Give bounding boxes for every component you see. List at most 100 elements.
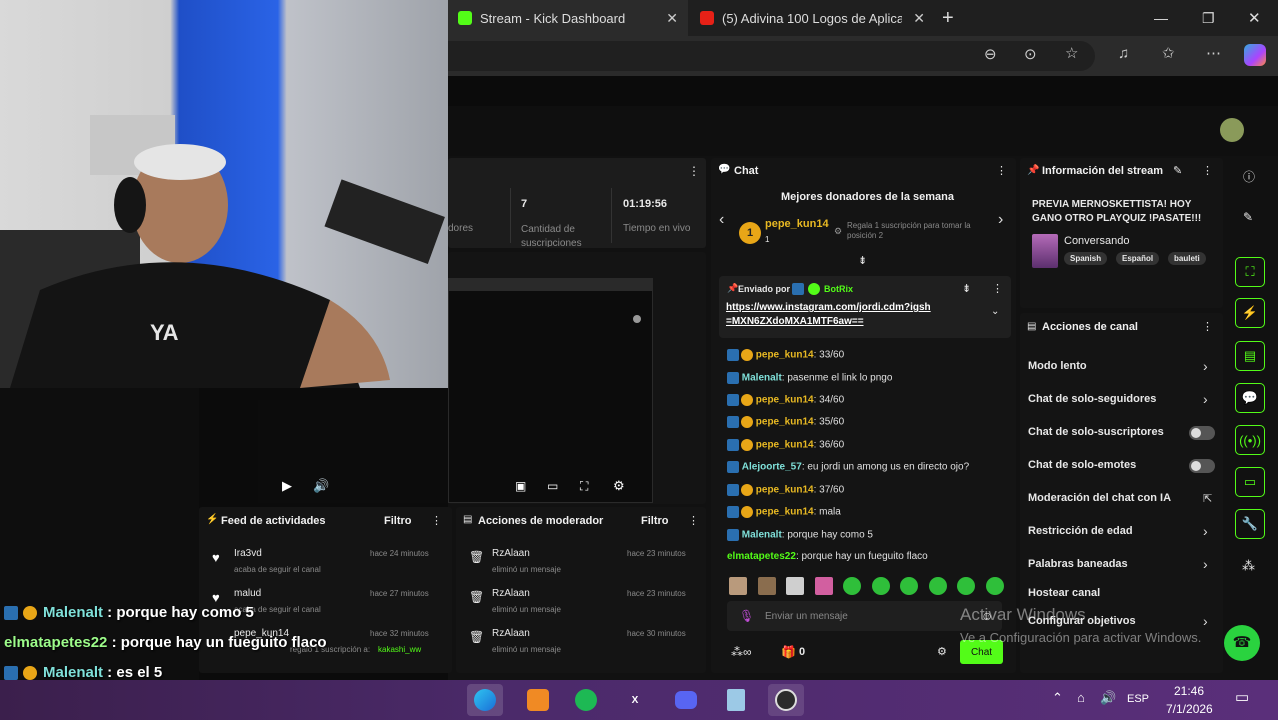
clock-time[interactable]: 21:46 — [1174, 684, 1204, 698]
edit-pencil-icon[interactable]: ✎ — [1173, 164, 1182, 177]
fl-studio-app-icon[interactable] — [520, 684, 556, 716]
close-tab-icon[interactable]: ✕ — [913, 10, 925, 27]
notifications-icon[interactable]: ▭ — [1235, 688, 1249, 706]
chat-username[interactable]: pepe_kun14 — [756, 507, 814, 518]
channel-action-label[interactable]: Chat de solo-emotes — [1028, 459, 1136, 471]
unpin-icon[interactable]: ⇟ — [962, 282, 971, 295]
activity-filter-button[interactable]: Filtro — [384, 515, 412, 527]
discord-app-icon[interactable] — [668, 684, 704, 716]
close-window-button[interactable]: ✕ — [1248, 0, 1261, 36]
volume-icon[interactable]: 🔊 — [313, 478, 329, 494]
spotify-app-icon[interactable] — [568, 684, 604, 716]
activity-menu-icon[interactable]: ⋮ — [431, 514, 442, 527]
avatar[interactable] — [1220, 118, 1244, 142]
support-headset-icon[interactable]: ☎ — [1224, 625, 1260, 661]
chevron-right-icon[interactable]: › — [1203, 556, 1208, 572]
activity-user[interactable]: Ira3vd — [234, 548, 262, 559]
mic-icon[interactable]: 🎙 — [739, 609, 754, 623]
emote-icon[interactable] — [871, 577, 890, 595]
emote-icon[interactable] — [900, 577, 918, 595]
maximize-button[interactable]: ❐ — [1202, 0, 1215, 36]
emote-icon[interactable] — [786, 577, 804, 595]
read-aloud-icon[interactable]: ⊙ — [1024, 45, 1037, 63]
favorites-icon[interactable]: ✩ — [1162, 44, 1175, 62]
tray-chevron-up-icon[interactable]: ⌃ — [1052, 690, 1063, 706]
more-options-icon[interactable]: ⋯ — [1206, 44, 1221, 62]
close-tab-icon[interactable]: ✕ — [666, 10, 678, 27]
mod-menu-icon[interactable]: ⋮ — [688, 514, 699, 527]
activity-user[interactable]: malud — [234, 588, 261, 599]
channel-action-label[interactable]: Chat de solo-suscriptores — [1028, 426, 1164, 438]
emote-icon[interactable] — [757, 577, 776, 595]
chat-username[interactable]: pepe_kun14 — [756, 395, 814, 406]
toggle-switch[interactable] — [1189, 459, 1215, 473]
pinned-link[interactable]: https://www.instagram.com/jordi.cdm?igsh… — [726, 301, 936, 329]
chat-username[interactable]: Malenalt — [742, 530, 782, 541]
stream-info-menu-icon[interactable]: ⋮ — [1202, 164, 1213, 177]
channel-action-label[interactable]: Chat de solo-seguidores — [1028, 393, 1156, 405]
fullscreen-icon[interactable]: ⛶ — [580, 479, 588, 494]
chat-username[interactable]: Malenalt — [742, 373, 782, 384]
quick-action-broadcast-icon[interactable]: ((•)) — [1235, 425, 1265, 455]
obs-app-icon[interactable] — [768, 684, 804, 716]
emote-icon[interactable] — [843, 577, 861, 595]
channel-action-label[interactable]: Moderación del chat con IA — [1028, 492, 1171, 504]
copilot-icon[interactable] — [1244, 44, 1266, 66]
viewers-icon[interactable]: ⁂∞ — [731, 645, 752, 659]
favorite-star-icon[interactable]: ☆ — [1065, 44, 1078, 62]
channel-action-label[interactable]: Hostear canal — [1028, 587, 1100, 599]
emote-icon[interactable] — [985, 577, 1004, 595]
mod-user[interactable]: RzAlaan — [492, 588, 530, 599]
chevron-right-icon[interactable]: › — [1203, 358, 1208, 374]
xsplit-app-icon[interactable]: X — [617, 684, 653, 716]
network-icon[interactable]: ⌂ — [1077, 690, 1085, 705]
language-indicator[interactable]: ESP — [1127, 693, 1149, 705]
pip-icon[interactable]: ▣ — [515, 479, 526, 493]
donors-next-arrow[interactable]: › — [998, 211, 1003, 229]
edit-icon[interactable]: ✎ — [1243, 210, 1253, 224]
mod-user[interactable]: RzAlaan — [492, 548, 530, 559]
quick-action-flash-icon[interactable]: ⚡ — [1235, 298, 1265, 328]
edge-app-icon[interactable] — [467, 684, 503, 716]
stream-preview-video[interactable] — [448, 278, 653, 503]
channel-actions-menu-icon[interactable]: ⋮ — [1202, 320, 1213, 333]
activity-gift-target[interactable]: kakashi_ww — [378, 645, 421, 654]
channel-action-label[interactable]: Modo lento — [1028, 360, 1087, 372]
chat-settings-icon[interactable]: ⚙ — [937, 645, 947, 658]
chat-username[interactable]: pepe_kun14 — [756, 485, 814, 496]
chat-menu-icon[interactable]: ⋮ — [996, 164, 1007, 177]
zoom-icon[interactable]: ⊖ — [984, 45, 997, 63]
quick-action-chat-icon[interactable]: 💬 — [1235, 383, 1265, 413]
external-link-icon[interactable]: ⇱ — [1203, 492, 1212, 505]
chevron-right-icon[interactable]: › — [1203, 613, 1208, 629]
mod-user[interactable]: RzAlaan — [492, 628, 530, 639]
mod-filter-button[interactable]: Filtro — [641, 515, 669, 527]
chat-username[interactable]: pepe_kun14 — [756, 417, 814, 428]
chat-username[interactable]: pepe_kun14 — [756, 440, 814, 451]
community-icon[interactable]: ⁂ — [1242, 558, 1255, 574]
chat-username[interactable]: elmatapetes22 — [727, 551, 796, 562]
stream-category[interactable]: Conversando — [1064, 235, 1129, 247]
notepad-app-icon[interactable] — [718, 684, 754, 716]
info-icon[interactable]: ⓘ — [1243, 168, 1255, 185]
tab-kick-dashboard[interactable]: Stream - Kick Dashboard ✕ — [448, 0, 688, 36]
tab-youtube[interactable]: (5) Adivina 100 Logos de Aplicaci ✕ — [690, 0, 935, 36]
address-bar[interactable] — [448, 41, 1095, 71]
chevron-down-icon[interactable]: ⌄ — [991, 306, 999, 317]
clock-date[interactable]: 7/1/2026 — [1166, 702, 1213, 716]
settings-gear-icon[interactable]: ⚙ — [613, 478, 625, 494]
stats-menu-icon[interactable]: ⋮ — [688, 164, 700, 178]
new-tab-button[interactable]: + — [942, 0, 972, 36]
chat-username[interactable]: Alejoorte_57 — [742, 462, 802, 473]
theater-icon[interactable]: ▭ — [547, 479, 558, 493]
category-thumbnail[interactable] — [1032, 234, 1058, 268]
quick-action-notes-icon[interactable]: ▤ — [1235, 341, 1265, 371]
top-donor-name[interactable]: pepe_kun14 — [765, 218, 829, 230]
quick-action-display-icon[interactable]: ▭ — [1235, 467, 1265, 497]
pinned-by-user[interactable]: BotRix — [824, 284, 853, 294]
quick-action-clip-icon[interactable]: ⛶ — [1235, 257, 1265, 287]
channel-action-label[interactable]: Restricción de edad — [1028, 525, 1133, 537]
toggle-switch[interactable] — [1189, 426, 1215, 440]
emote-icon[interactable] — [814, 577, 833, 595]
chevron-right-icon[interactable]: › — [1203, 391, 1208, 407]
